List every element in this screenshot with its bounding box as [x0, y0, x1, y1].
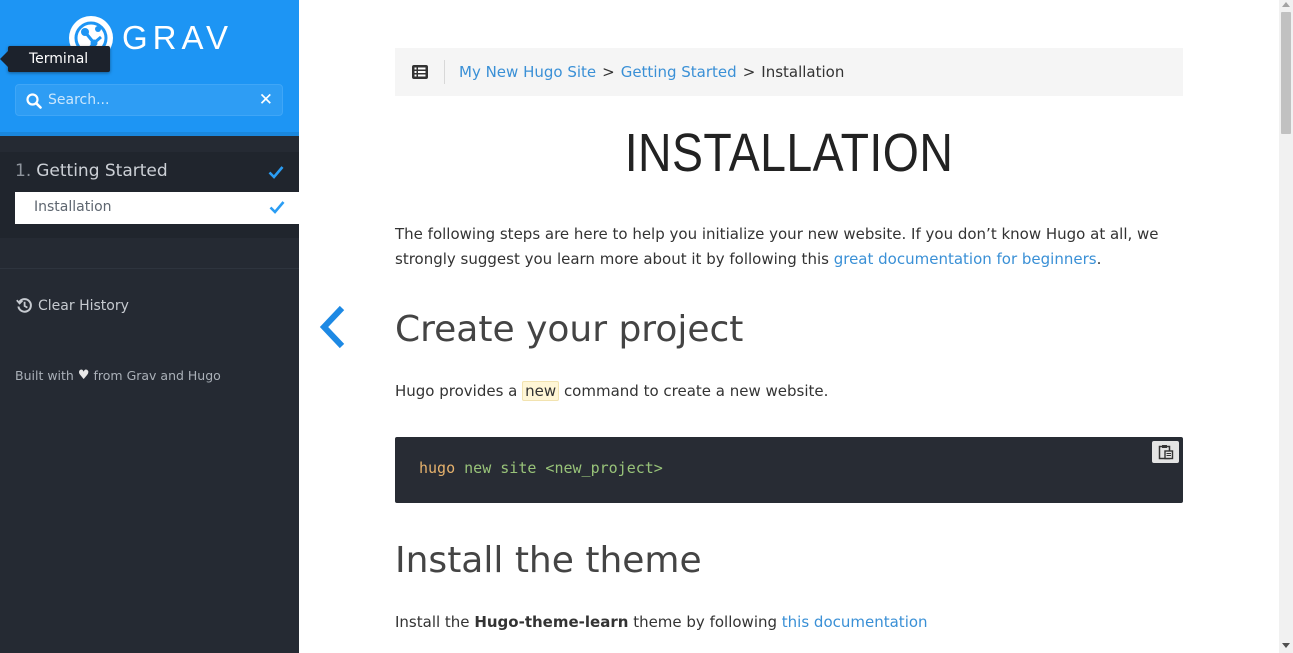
scroll-thumb[interactable]	[1281, 12, 1291, 134]
tooltip-arrow	[0, 51, 8, 67]
scroll-up-icon[interactable]	[1282, 2, 1290, 7]
code-line: hugo new site <new_project>	[419, 459, 663, 477]
built-with-suffix: from Grav and Hugo	[93, 368, 221, 383]
history-icon	[16, 298, 32, 313]
clear-history-link[interactable]: Clear History	[16, 297, 129, 314]
create-project-paragraph: Hugo provides a new command to create a …	[395, 381, 1183, 401]
clear-history-label: Clear History	[38, 297, 129, 314]
sidebar-item-installation[interactable]: Installation	[15, 192, 299, 224]
copy-button[interactable]	[1152, 441, 1179, 463]
breadcrumb-separator: >	[742, 63, 756, 81]
scrollbar[interactable]	[1279, 0, 1293, 653]
code-args: new site <new_project>	[464, 459, 663, 477]
heart-icon: ♥	[77, 368, 90, 383]
intro: The following steps are here to help you…	[395, 222, 1183, 272]
search-icon	[26, 93, 42, 109]
code-command: hugo	[419, 459, 456, 477]
search-box[interactable]: ✕	[15, 84, 283, 116]
logo-text: GRAV	[122, 19, 234, 56]
section-label: Getting Started	[36, 161, 168, 181]
install-theme-paragraph: Install the Hugo-theme-learn theme by fo…	[395, 613, 1183, 631]
list-icon[interactable]	[412, 65, 428, 79]
sidebar-header: GRAV Terminal ✕	[0, 0, 299, 132]
theme-name: Hugo-theme-learn	[474, 613, 629, 631]
text: command to create a new website.	[563, 382, 829, 400]
heading-install-theme: Install the theme	[395, 540, 702, 581]
breadcrumb-site[interactable]: My New Hugo Site	[459, 63, 596, 81]
built-with: Built with ♥ from Grav and Hugo	[15, 368, 221, 383]
topbar-separator	[444, 60, 445, 84]
intro-end: .	[1096, 250, 1102, 268]
beginners-doc-link[interactable]: great documentation for beginners	[834, 250, 1097, 268]
check-icon	[268, 166, 284, 179]
page-title: INSTALLATION	[624, 123, 954, 183]
section-number: 1.	[15, 161, 32, 181]
header-rule	[0, 132, 299, 136]
theme-doc-link[interactable]: this documentation	[782, 613, 928, 631]
intro-paragraph: The following steps are here to help you…	[395, 222, 1183, 272]
tooltip-label: Terminal	[29, 51, 89, 67]
clipboard-icon	[1158, 445, 1173, 460]
breadcrumb: My New Hugo Site > Getting Started > Install…	[459, 63, 844, 81]
text: Hugo provides a	[395, 382, 518, 400]
topbar: My New Hugo Site > Getting Started > Install…	[395, 48, 1183, 96]
sidebar-divider	[0, 268, 299, 269]
built-with-prefix: Built with	[15, 368, 74, 383]
sidebar-item-getting-started[interactable]: 1. Getting Started	[15, 161, 168, 181]
text: theme by following	[633, 613, 778, 631]
search-input[interactable]	[46, 88, 261, 112]
code-block: hugo new site <new_project>	[395, 437, 1183, 503]
sidebar: GRAV Terminal ✕ 1.Getting Started Instal…	[0, 0, 299, 653]
check-icon	[269, 201, 285, 214]
scroll-down-icon[interactable]	[1282, 643, 1290, 648]
sidebar-item-label: Installation	[34, 199, 112, 215]
clear-search-icon[interactable]: ✕	[259, 91, 273, 109]
breadcrumb-separator: >	[602, 63, 615, 81]
sidebar-nav: 1. Getting Started Installation	[0, 152, 299, 238]
inline-code: new	[522, 381, 560, 401]
terminal-tooltip: Terminal	[0, 46, 110, 72]
text: Install the	[395, 613, 470, 631]
breadcrumb-getting-started[interactable]: Getting Started	[621, 63, 737, 81]
breadcrumb-current: Installation	[761, 63, 845, 81]
heading-create-project: Create your project	[395, 309, 744, 350]
chevron-left-icon[interactable]	[316, 304, 348, 350]
